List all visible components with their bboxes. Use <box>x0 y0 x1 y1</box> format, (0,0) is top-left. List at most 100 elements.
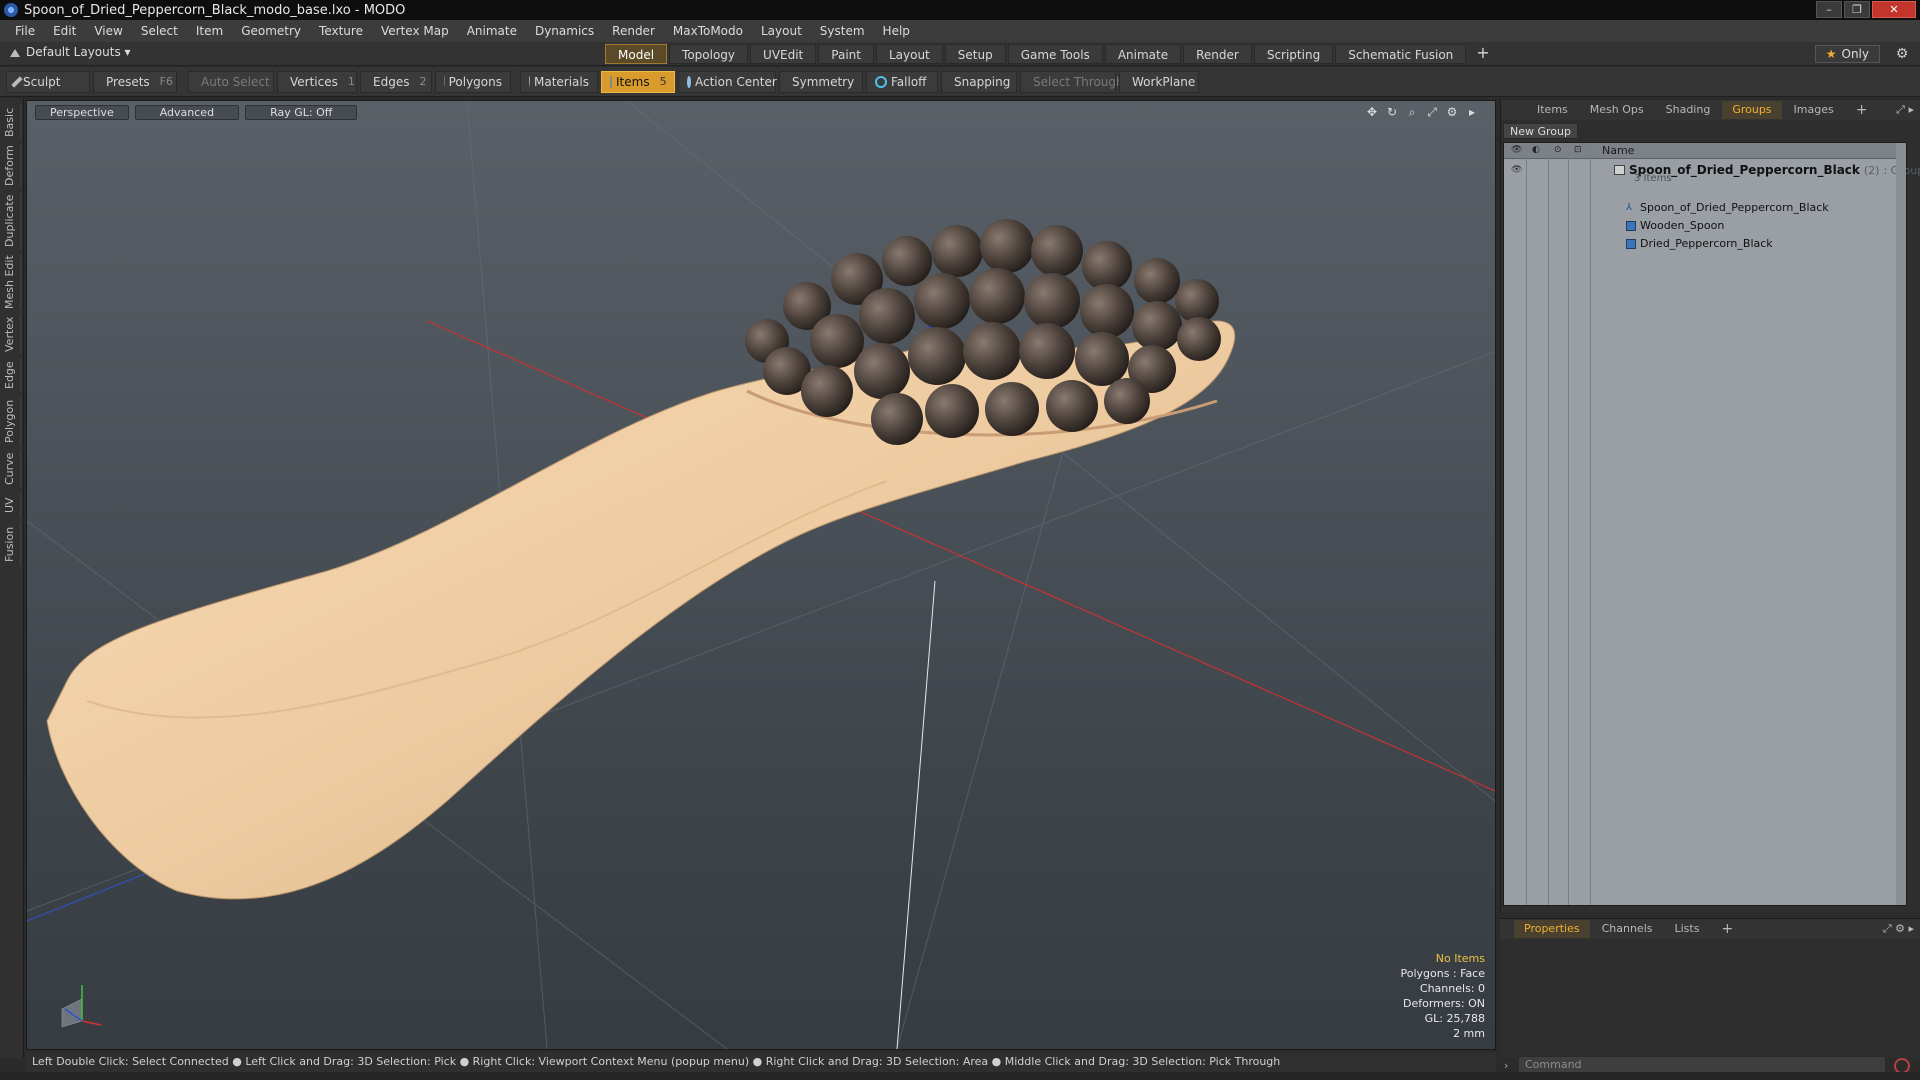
menu-geometry[interactable]: Geometry <box>232 24 310 38</box>
zoom-icon[interactable]: ⌕ <box>1405 105 1419 119</box>
vertices-button[interactable]: Vertices 1 <box>277 70 357 93</box>
only-button[interactable]: ★ Only <box>1814 45 1880 63</box>
tab-shading[interactable]: Shading <box>1656 101 1721 119</box>
visibility-eye-icon[interactable]: 👁 <box>1511 165 1522 175</box>
select-through-button[interactable]: Select Through <box>1020 70 1124 93</box>
groups-panel: Items Mesh Ops Shading Groups Images + ⤢… <box>1500 100 1920 912</box>
pan-icon[interactable]: ✥ <box>1365 105 1379 119</box>
group-item-count: 3 Items <box>1634 173 1672 184</box>
menu-item[interactable]: Item <box>187 24 232 38</box>
rotate-icon[interactable]: ↻ <box>1385 105 1399 119</box>
tooltab-uv[interactable]: UV <box>3 492 21 518</box>
menu-maxtomodo[interactable]: MaxToModo <box>664 24 752 38</box>
add-tab-button[interactable]: + <box>1468 44 1497 64</box>
tab-model[interactable]: Model <box>605 44 668 64</box>
group-outliner[interactable]: 👁 ◐ ⊙ ⊡ Name 👁 Spoon_of_Dried_Peppercorn… <box>1503 142 1920 906</box>
tab-scripting[interactable]: Scripting <box>1253 44 1334 64</box>
window-controls: – ❐ ✕ <box>1816 1 1916 18</box>
menu-edit[interactable]: Edit <box>44 24 85 38</box>
gear-icon[interactable]: ⚙ <box>1894 46 1910 62</box>
item-name: Wooden_Spoon <box>1640 219 1725 232</box>
tab-uvedit[interactable]: UVEdit <box>750 44 817 64</box>
expand-panel-icon[interactable]: ⤢ ▸ <box>1896 103 1914 117</box>
view-mode-button[interactable]: Perspective <box>35 105 129 120</box>
tab-game-tools[interactable]: Game Tools <box>1007 44 1103 64</box>
tab-render[interactable]: Render <box>1183 44 1252 64</box>
vertices-label: Vertices <box>290 74 338 89</box>
tab-topology[interactable]: Topology <box>669 44 749 64</box>
viewport-menu-icon[interactable]: ▸ <box>1465 105 1479 119</box>
tab-lists[interactable]: Lists <box>1665 920 1710 938</box>
close-button[interactable]: ✕ <box>1872 1 1916 18</box>
menu-vertex-map[interactable]: Vertex Map <box>372 24 458 38</box>
falloff-icon <box>875 75 887 88</box>
layout-tabs: Model Topology UVEdit Paint Layout Setup… <box>605 44 1498 64</box>
select-through-label: Select Through <box>1033 74 1124 89</box>
tab-groups[interactable]: Groups <box>1722 101 1782 119</box>
menu-help[interactable]: Help <box>874 24 919 38</box>
outliner-scrollbar[interactable] <box>1896 143 1906 905</box>
menu-select[interactable]: Select <box>132 24 187 38</box>
default-layouts-dropdown[interactable]: Default Layouts ▾ <box>10 45 131 59</box>
tab-images[interactable]: Images <box>1784 101 1844 119</box>
tooltab-curve[interactable]: Curve <box>3 450 21 488</box>
auto-select-button[interactable]: Auto Select <box>188 70 274 93</box>
action-center-button[interactable]: Action Center <box>678 70 777 93</box>
list-item[interactable]: Dried_Peppercorn_Black <box>1504 235 1906 253</box>
menu-texture[interactable]: Texture <box>310 24 372 38</box>
tab-animate[interactable]: Animate <box>1104 44 1182 64</box>
tooltab-vertex[interactable]: Vertex <box>3 314 21 354</box>
tooltab-edge[interactable]: Edge <box>3 358 21 392</box>
materials-button[interactable]: Materials <box>520 70 598 93</box>
menu-layout[interactable]: Layout <box>752 24 811 38</box>
sculpt-button[interactable]: Sculpt <box>6 70 90 93</box>
fit-icon[interactable]: ⤢ <box>1425 105 1439 119</box>
tab-paint[interactable]: Paint <box>818 44 874 64</box>
raygl-button[interactable]: Ray GL: Off <box>245 105 358 120</box>
only-label: Only <box>1841 47 1870 61</box>
snapping-button[interactable]: Snapping <box>941 70 1017 93</box>
tooltab-fusion[interactable]: Fusion <box>3 522 21 566</box>
presets-button[interactable]: Presets F6 <box>93 70 177 93</box>
properties-expand-icon[interactable]: ⤢ ⚙ ▸ <box>1883 922 1914 936</box>
tab-items[interactable]: Items <box>1527 101 1578 119</box>
menu-file[interactable]: File <box>6 24 44 38</box>
menu-animate[interactable]: Animate <box>458 24 526 38</box>
tab-setup[interactable]: Setup <box>944 44 1006 64</box>
tooltab-basic[interactable]: Basic <box>3 104 21 140</box>
items-button[interactable]: Items 5 <box>601 70 675 93</box>
minimize-button[interactable]: – <box>1816 1 1842 18</box>
item-name: Spoon_of_Dried_Peppercorn_Black <box>1640 201 1829 214</box>
falloff-button[interactable]: Falloff <box>866 70 938 93</box>
maximize-button[interactable]: ❐ <box>1844 1 1870 18</box>
new-group-button[interactable]: New Group <box>1503 123 1578 139</box>
list-item[interactable]: ⅄ Spoon_of_Dried_Peppercorn_Black <box>1504 199 1906 217</box>
tab-channels[interactable]: Channels <box>1592 920 1663 938</box>
polygons-button[interactable]: Polygons <box>435 70 511 93</box>
menu-view[interactable]: View <box>85 24 131 38</box>
tooltab-duplicate[interactable]: Duplicate <box>3 192 21 250</box>
tooltab-deform[interactable]: Deform <box>3 144 21 188</box>
add-panel-tab-button[interactable]: + <box>1846 101 1878 119</box>
workplane-button[interactable]: WorkPlane <box>1119 70 1199 93</box>
tab-schematic-fusion[interactable]: Schematic Fusion <box>1335 44 1467 64</box>
tooltab-polygon[interactable]: Polygon <box>3 396 21 446</box>
symmetry-button[interactable]: Symmetry <box>779 70 863 93</box>
tooltab-mesh-edit[interactable]: Mesh Edit <box>3 254 21 310</box>
tab-layout[interactable]: Layout <box>875 44 943 64</box>
viewport-controls: ✥ ↻ ⌕ ⤢ ⚙ ▸ <box>1365 105 1479 119</box>
3d-viewport[interactable]: Perspective Advanced Ray GL: Off ✥ ↻ ⌕ ⤢… <box>26 100 1496 1050</box>
add-properties-tab-button[interactable]: + <box>1711 920 1743 938</box>
list-item[interactable]: Wooden_Spoon <box>1504 217 1906 235</box>
viewport-settings-icon[interactable]: ⚙ <box>1445 105 1459 119</box>
tab-mesh-ops[interactable]: Mesh Ops <box>1580 101 1654 119</box>
menu-system[interactable]: System <box>811 24 874 38</box>
info-items: No Items <box>1435 952 1485 965</box>
shading-mode-button[interactable]: Advanced <box>134 105 240 120</box>
group-row[interactable]: 👁 Spoon_of_Dried_Peppercorn_Black (2) : … <box>1504 161 1920 189</box>
menu-dynamics[interactable]: Dynamics <box>526 24 603 38</box>
edges-button[interactable]: Edges 2 <box>360 70 432 93</box>
menu-render[interactable]: Render <box>603 24 664 38</box>
tab-properties[interactable]: Properties <box>1514 920 1590 938</box>
info-unit: 2 mm <box>1453 1027 1485 1040</box>
